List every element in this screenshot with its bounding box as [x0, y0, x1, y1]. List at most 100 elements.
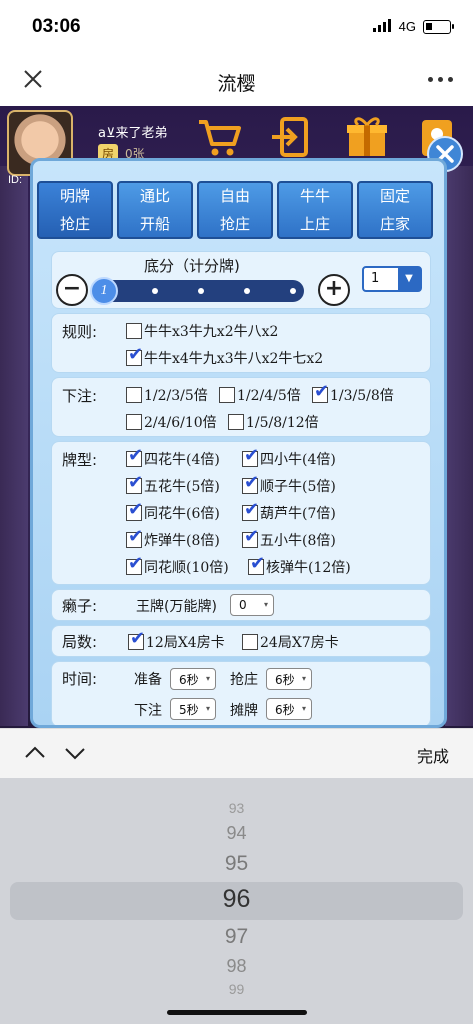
option-label: 五花牛(5倍)	[144, 479, 220, 495]
card-type-option[interactable]: 五花牛(5倍)	[126, 472, 220, 496]
rules-option[interactable]: 牛牛x3牛九x2牛八x2	[126, 321, 278, 341]
bet-time-select[interactable]: 5秒 ▾	[170, 698, 216, 720]
tab-tongbi-kaichuan[interactable]: 通比 开船	[117, 181, 193, 239]
card-types-row: 牌型: 四花牛(4倍) 四小牛(4倍) 五花牛(5倍) 顺子牛(5倍) 同花牛(…	[51, 441, 431, 585]
tab-label: 抢庄	[219, 215, 250, 233]
option-label: 葫芦牛(7倍)	[260, 506, 336, 522]
picker-toolbar: 完成	[0, 728, 473, 778]
tab-niuniu-shangzhuang[interactable]: 牛牛 上庄	[277, 181, 353, 239]
card-type-option[interactable]: 同花牛(6倍)	[126, 499, 220, 523]
checkbox[interactable]	[242, 634, 258, 650]
number-picker[interactable]: 93 94 95 96 97 98 99	[0, 778, 473, 1024]
card-types-label: 牌型:	[62, 451, 98, 469]
checkbox[interactable]	[126, 344, 143, 366]
more-icon[interactable]	[428, 77, 453, 82]
option-label: 24局X7房卡	[260, 635, 339, 651]
checkbox[interactable]	[126, 499, 143, 521]
time-value: 6秒	[275, 702, 295, 717]
picker-option[interactable]: 97	[0, 925, 473, 949]
player-id-label: ID:	[8, 174, 23, 186]
base-score-slider[interactable]: 1	[90, 277, 304, 305]
option-label: 1/2/4/5倍	[237, 388, 301, 404]
chevron-down-icon[interactable]	[63, 741, 87, 765]
card-type-option[interactable]: 炸弹牛(8倍)	[126, 526, 220, 550]
checkbox[interactable]	[312, 381, 329, 403]
picker-option[interactable]: 98	[0, 956, 473, 977]
ready-time-select[interactable]: 6秒 ▾	[170, 668, 216, 690]
checkbox[interactable]	[126, 553, 143, 575]
picker-option[interactable]: 95	[0, 852, 473, 876]
wild-text: 王牌(万能牌)	[136, 599, 217, 615]
checkbox[interactable]	[126, 472, 143, 494]
card-type-option[interactable]: 同花顺(10倍)	[126, 553, 229, 577]
picker-option[interactable]: 94	[0, 823, 473, 844]
checkbox[interactable]	[128, 628, 145, 650]
option-label: 1/5/8/12倍	[246, 415, 319, 431]
bet-option[interactable]: 1/5/8/12倍	[228, 412, 319, 432]
bet-option[interactable]: 2/4/6/10倍	[126, 412, 217, 432]
checkbox[interactable]	[228, 414, 244, 430]
wild-count-select[interactable]: 0 ▾	[230, 594, 274, 616]
tab-label: 庄家	[379, 215, 410, 233]
base-score-select[interactable]: 1 ▼	[362, 266, 422, 292]
chevron-down-icon: ▾	[205, 674, 210, 683]
show-time-select[interactable]: 6秒 ▾	[266, 698, 312, 720]
gift-icon[interactable]	[344, 114, 390, 160]
exit-icon[interactable]	[268, 114, 314, 160]
tab-ziyou-qiangzhuang[interactable]: 自由 抢庄	[197, 181, 273, 239]
network-type: 4G	[398, 19, 416, 34]
timing-name: 下注	[134, 703, 162, 719]
picker-option-selected[interactable]: 96	[0, 885, 473, 914]
checkbox[interactable]	[126, 414, 142, 430]
done-button[interactable]: 完成	[417, 743, 449, 767]
chevron-down-icon: ▾	[263, 600, 268, 609]
home-indicator	[167, 1010, 307, 1015]
checkbox[interactable]	[242, 445, 259, 467]
decrease-button[interactable]: −	[56, 274, 88, 306]
tab-mingpai-qiangzhuang[interactable]: 明牌 抢庄	[37, 181, 113, 239]
table-edge-right	[445, 166, 473, 726]
checkbox[interactable]	[242, 526, 259, 548]
tab-guding-zhuangjia[interactable]: 固定 庄家	[357, 181, 433, 239]
tab-label: 固定	[379, 187, 410, 205]
option-label: 同花顺(10倍)	[144, 560, 229, 576]
checkbox[interactable]	[248, 553, 265, 575]
slider-knob[interactable]: 1	[90, 277, 118, 305]
rounds-row: 局数: 12局X4房卡 24局X7房卡	[51, 625, 431, 657]
card-type-option[interactable]: 四小牛(4倍)	[242, 445, 336, 469]
checkbox[interactable]	[242, 472, 259, 494]
card-type-option[interactable]: 核弹牛(12倍)	[248, 553, 351, 577]
wild-label: 癞子:	[62, 597, 98, 615]
base-score-title: 底分（计分牌)	[144, 257, 240, 275]
card-type-option[interactable]: 五小牛(8倍)	[242, 526, 336, 550]
page-title: 流樱	[217, 73, 256, 95]
picker-option[interactable]: 99	[0, 981, 473, 997]
tab-label: 开船	[139, 215, 170, 233]
cart-icon[interactable]	[196, 114, 242, 160]
checkbox[interactable]	[126, 387, 142, 403]
card-type-option[interactable]: 顺子牛(5倍)	[242, 472, 336, 496]
chevron-up-icon[interactable]	[23, 741, 47, 765]
rounds-option[interactable]: 12局X4房卡	[128, 628, 225, 652]
option-label: 牛牛x3牛九x2牛八x2	[144, 324, 279, 340]
mode-tabs: 明牌 抢庄 通比 开船 自由 抢庄 牛牛 上庄 固定庄家	[37, 181, 433, 239]
rules-option[interactable]: 牛牛x4牛九x3牛八x2牛七x2	[126, 344, 323, 368]
option-label: 12局X4房卡	[146, 635, 225, 651]
checkbox[interactable]	[126, 323, 142, 339]
bet-option[interactable]: 1/2/4/5倍	[219, 385, 301, 405]
bet-option[interactable]: 1/3/5/8倍	[312, 381, 394, 405]
bet-option[interactable]: 1/2/3/5倍	[126, 385, 208, 405]
card-type-option[interactable]: 葫芦牛(7倍)	[242, 499, 336, 523]
card-type-option[interactable]: 四花牛(4倍)	[126, 445, 220, 469]
timing-name: 准备	[134, 672, 162, 688]
checkbox[interactable]	[126, 445, 143, 467]
increase-button[interactable]: +	[318, 274, 350, 306]
grab-time-select[interactable]: 6秒 ▾	[266, 668, 312, 690]
checkbox[interactable]	[242, 499, 259, 521]
picker-option[interactable]: 93	[0, 800, 473, 816]
status-time: 03:06	[32, 16, 81, 37]
checkbox[interactable]	[126, 526, 143, 548]
rounds-option[interactable]: 24局X7房卡	[242, 632, 339, 652]
option-label: 同花牛(6倍)	[144, 506, 220, 522]
checkbox[interactable]	[219, 387, 235, 403]
